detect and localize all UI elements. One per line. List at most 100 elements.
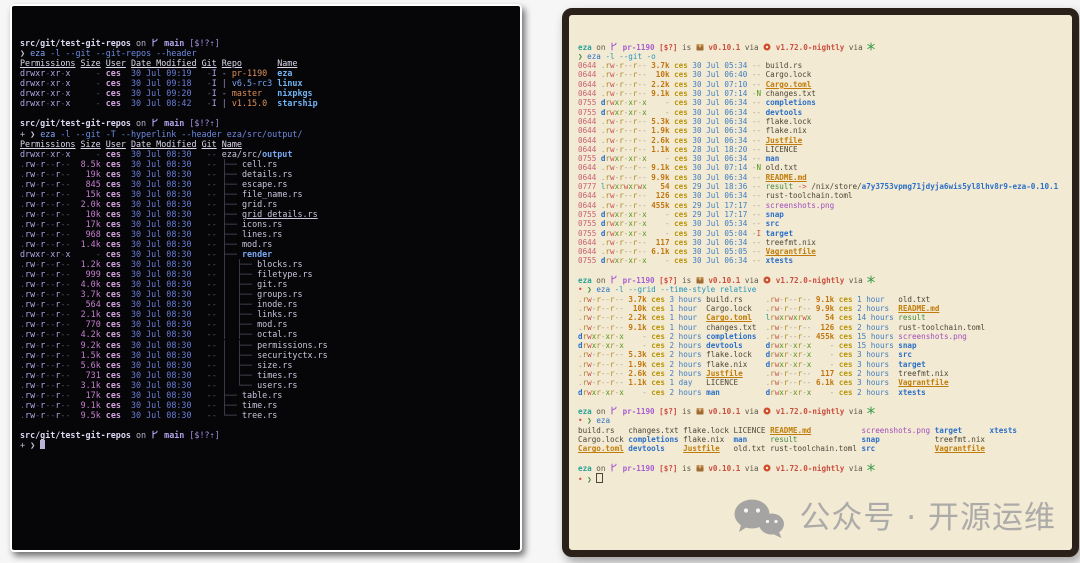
terminal-line: 0644 .rw-r--r-- 126 ces 30 Jul 06:34 -- … — [578, 191, 1063, 200]
git-branch-icon — [151, 430, 159, 440]
terminal-line: .rw-r--r-- 17k ces 30 Jul 08:30 -- ├── t… — [20, 390, 512, 400]
terminal-line: build.rs changes.txt flake.lock LICENCE … — [578, 426, 1063, 435]
terminal-line: .rw-r--r-- 17k ces 30 Jul 08:30 -- ├── i… — [20, 219, 512, 229]
permission-string: .rw-r--r-- — [20, 319, 70, 329]
permission-string: lrwxrwxrwx — [601, 182, 647, 191]
permission-string: .rw-r--r-- — [20, 370, 70, 380]
permission-string: drwxr-xr-x — [601, 256, 647, 265]
permission-string: drwxr-xr-x — [766, 360, 812, 369]
terminal-line: .rw-r--r-- 2.2k ces 1 hour Cargo.toml lr… — [578, 313, 1063, 322]
permission-string: .rw-r--r-- — [601, 191, 647, 200]
permission-string: .rw-r--r-- — [20, 340, 70, 350]
permission-string: .rw-r--r-- — [578, 313, 624, 322]
permission-string: .rw-r--r-- — [601, 163, 647, 172]
terminal-line: .rw-r--r-- 564 ces 30 Jul 08:30 -- │ ├──… — [20, 299, 512, 309]
terminal-line: 0644 .rw-r--r-- 3.7k ces 30 Jul 05:34 --… — [578, 61, 1063, 70]
terminal-line: drwxr-xr-x - ces 30 Jul 08:30 -- eza/src… — [20, 149, 512, 159]
package-icon — [696, 464, 704, 473]
terminal-line: Cargo.toml devtools Justfile old.txt rus… — [578, 444, 1063, 453]
permission-string: drwxr-xr-x — [601, 219, 647, 228]
terminal-line: .rw-r--r-- 9.1k ces 30 Jul 08:30 -- ├── … — [20, 400, 512, 410]
permission-string: .rw-r--r-- — [601, 89, 647, 98]
permission-string: .rw-r--r-- — [601, 238, 647, 247]
terminal-line: .rw-r--r-- 19k ces 30 Jul 08:30 -- ├── d… — [20, 169, 512, 179]
terminal-line: src/git/test-git-repos on main [$!?⇡] — [20, 38, 512, 48]
permission-string: drwxr-xr-x — [578, 332, 624, 341]
terminal-line: Permissions Size User Date Modified Git … — [20, 139, 512, 149]
terminal-line: .rw-r--r-- 1.2k ces 30 Jul 08:30 -- │ ├─… — [20, 259, 512, 269]
permission-string: .rw-r--r-- — [766, 304, 812, 313]
terminal-line: eza on pr-1190 [$?] is v0.10.1 via v1.72… — [578, 406, 1063, 416]
terminal-cursor — [40, 440, 45, 449]
terminal-line: .rw-r--r-- 1.4k ces 30 Jul 08:30 -- ├── … — [20, 239, 512, 249]
permission-string: .rw-r--r-- — [20, 350, 70, 360]
terminal-line: 0644 .rw-r--r-- 10k ces 30 Jul 06:40 -- … — [578, 70, 1063, 79]
permission-string: drwxr-xr-x — [20, 88, 70, 98]
terminal-line: 0644 .rw-r--r-- 1.9k ces 30 Jul 06:34 --… — [578, 126, 1063, 135]
permission-string: drwxr-xr-x — [601, 154, 647, 163]
git-branch-icon — [610, 275, 618, 285]
permission-string: lrwxrwxrwx — [766, 313, 812, 322]
permission-string: .rw-r--r-- — [20, 400, 70, 410]
terminal-line: .rw-r--r-- 968 ces 30 Jul 08:30 -- ├── l… — [20, 229, 512, 239]
terminal-line: 0777 lrwxrwxrwx 54 ces 29 Jul 18:36 -- r… — [578, 182, 1063, 191]
permission-string: .rw-r--r-- — [20, 159, 70, 169]
terminal-line: 0644 .rw-r--r-- 9.1k ces 30 Jul 07:14 -N… — [578, 163, 1063, 172]
hyperlink-file[interactable]: grid_details.rs — [242, 209, 318, 219]
terminal-line: 0644 .rw-r--r-- 2.6k ces 30 Jul 06:34 --… — [578, 136, 1063, 145]
permission-string: .rw-r--r-- — [601, 126, 647, 135]
terminal-line: + ❯ — [20, 440, 512, 450]
package-icon — [696, 43, 704, 52]
permission-string: .rw-r--r-- — [766, 369, 812, 378]
permission-string: .rw-r--r-- — [20, 239, 70, 249]
permission-string: drwxr-xr-x — [20, 98, 70, 108]
terminal-line: 0644 .rw-r--r-- 117 ces 30 Jul 06:34 -- … — [578, 238, 1063, 247]
terminal-line: ❯ eza -l --git -o — [578, 52, 1063, 61]
permission-string: .rw-r--r-- — [601, 173, 647, 182]
terminal-line: eza on pr-1190 [$?] is v0.10.1 via v1.72… — [578, 275, 1063, 285]
permission-string: .rw-r--r-- — [20, 269, 70, 279]
permission-string: .rw-r--r-- — [578, 378, 624, 387]
terminal-line: drwxr-xr-x - ces 30 Jul 09:18 -I | v6.5-… — [20, 78, 512, 88]
rust-icon — [763, 276, 771, 285]
terminal-line: .rw-r--r-- 9.5k ces 30 Jul 08:30 -- └── … — [20, 410, 512, 420]
permission-string: .rw-r--r-- — [766, 332, 812, 341]
terminal-line: drwxr-xr-x - ces 30 Jul 08:42 -I | v1.15… — [20, 98, 512, 108]
terminal-line: .rw-r--r-- 15k ces 30 Jul 08:30 -- ├── f… — [20, 189, 512, 199]
permission-string: drwxr-xr-x — [578, 341, 624, 350]
right-terminal-window: eza on pr-1190 [$?] is v0.10.1 via v1.72… — [562, 8, 1079, 557]
nix-snowflake-icon — [867, 463, 875, 473]
terminal-line: + ❯ eza -l --git -T --hyperlink --header… — [20, 129, 512, 139]
permission-string: drwxr-xr-x — [20, 249, 70, 259]
terminal-line — [20, 108, 512, 118]
terminal-line: .rw-r--r-- 5.3k ces 2 hours flake.lock d… — [578, 350, 1063, 359]
permission-string: .rw-r--r-- — [601, 247, 647, 256]
terminal-line: 0755 drwxr-xr-x - ces 29 Jul 17:17 -- sn… — [578, 210, 1063, 219]
permission-string: drwxr-xr-x — [20, 78, 70, 88]
permission-string: .rw-r--r-- — [20, 279, 70, 289]
permission-string: .rw-r--r-- — [578, 295, 624, 304]
watermark: 公众号 · 开源运维 — [733, 498, 1056, 540]
terminal-line: .rw-r--r-- 1.5k ces 30 Jul 08:30 -- │ ├─… — [20, 350, 512, 360]
watermark-text: 公众号 · 开源运维 — [799, 514, 1056, 523]
terminal-line: .rw-r--r-- 2.6k ces 2 hours Justfile .rw… — [578, 369, 1063, 378]
right-terminal-content: eza on pr-1190 [$?] is v0.10.1 via v1.72… — [578, 42, 1063, 485]
permission-string: .rw-r--r-- — [20, 219, 70, 229]
terminal-line: .rw-r--r-- 731 ces 30 Jul 08:30 -- │ ├──… — [20, 370, 512, 380]
permission-string: .rw-r--r-- — [578, 350, 624, 359]
terminal-line: eza on pr-1190 [$?] is v0.10.1 via v1.72… — [578, 42, 1063, 52]
terminal-line: 0644 .rw-r--r-- 5.3k ces 30 Jul 06:34 --… — [578, 117, 1063, 126]
permission-string: drwxr-xr-x — [766, 341, 812, 350]
git-branch-icon — [151, 118, 159, 128]
terminal-line: .rw-r--r-- 4.2k ces 30 Jul 08:30 -- │ ├─… — [20, 329, 512, 339]
terminal-line: .rw-r--r-- 10k ces 1 hour Cargo.lock .rw… — [578, 304, 1063, 313]
left-terminal-content: src/git/test-git-repos on main [$!?⇡]❯ e… — [20, 38, 512, 450]
terminal-line: drwxr-xr-x - ces 30 Jul 08:30 -- ├── ren… — [20, 249, 512, 259]
left-terminal-window: src/git/test-git-repos on main [$!?⇡]❯ e… — [10, 4, 522, 552]
terminal-line: 0644 .rw-r--r-- 6.1k ces 30 Jul 05:05 --… — [578, 247, 1063, 256]
permission-string: drwxr-xr-x — [601, 210, 647, 219]
terminal-line: 0644 .rw-r--r-- 2.2k ces 30 Jul 07:10 --… — [578, 80, 1063, 89]
package-icon — [696, 407, 704, 416]
terminal-line: .rw-r--r-- 999 ces 30 Jul 08:30 -- │ ├──… — [20, 269, 512, 279]
terminal-line: 0755 drwxr-xr-x - ces 30 Jul 06:34 -- ma… — [578, 154, 1063, 163]
